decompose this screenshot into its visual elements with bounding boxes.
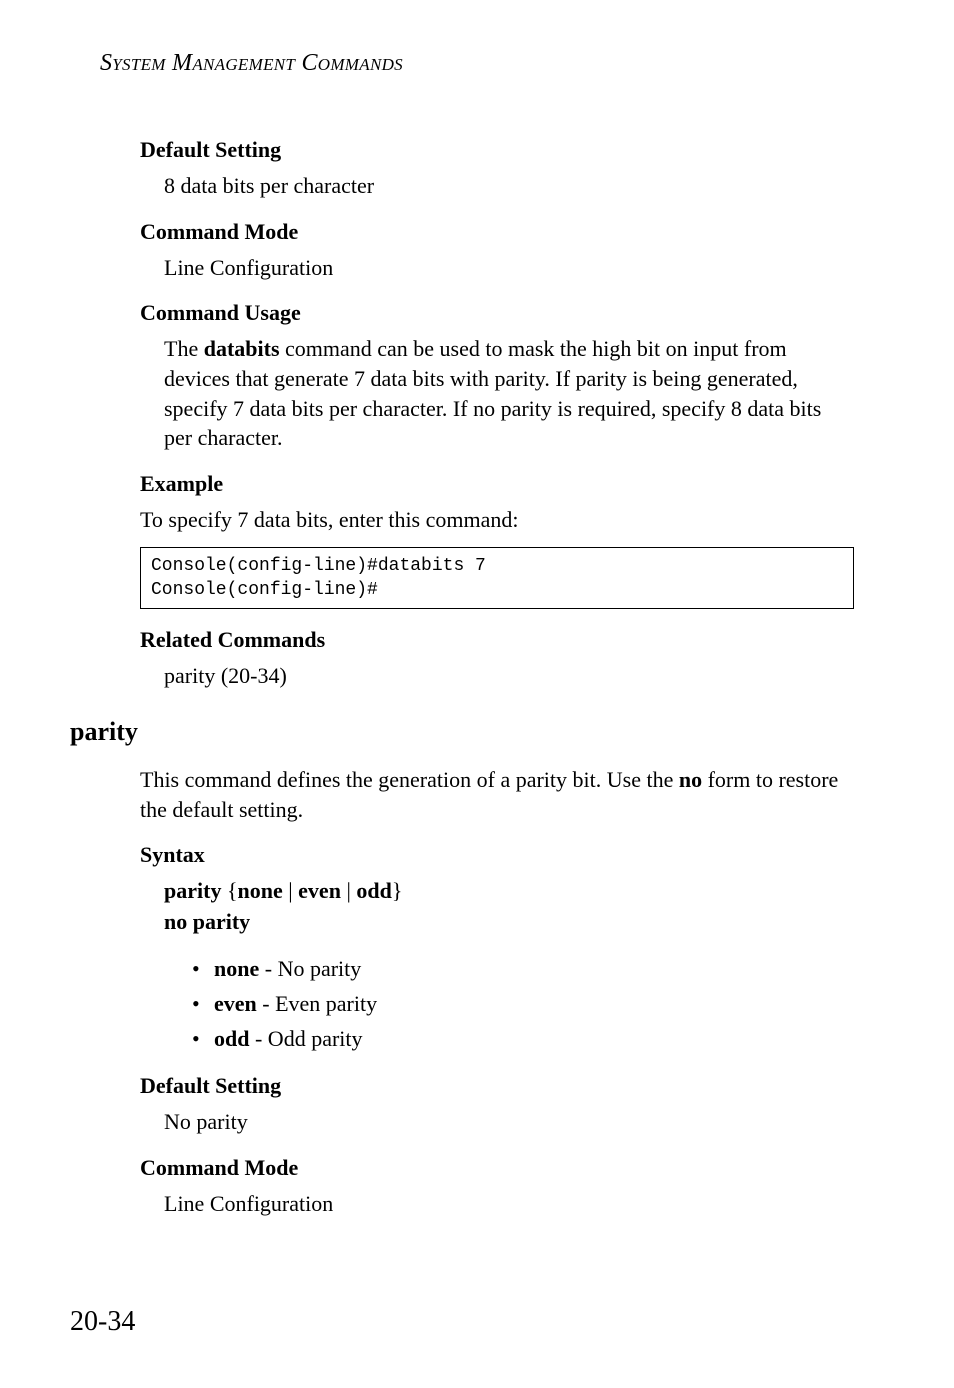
default-setting-2-heading: Default Setting <box>140 1073 854 1099</box>
default-setting-heading: Default Setting <box>140 137 854 163</box>
parity-intro-bold: no <box>679 767 702 792</box>
list-item: none - No parity <box>192 952 854 985</box>
opt-none-bold: none <box>214 956 259 981</box>
related-commands-text: parity (20-34) <box>164 661 854 691</box>
syntax-heading: Syntax <box>140 842 854 868</box>
command-mode-2-text: Line Configuration <box>164 1189 854 1219</box>
syntax-opt-none: none <box>238 878 283 903</box>
list-item: even - Even parity <box>192 987 854 1020</box>
opt-odd-text: - Odd parity <box>249 1026 362 1051</box>
opt-even-bold: even <box>214 991 257 1016</box>
command-usage-heading: Command Usage <box>140 300 854 326</box>
default-setting-2-text: No parity <box>164 1107 854 1137</box>
page-number: 20-34 <box>70 1306 135 1338</box>
parity-intro-pre: This command defines the generation of a… <box>140 767 679 792</box>
parity-heading: parity <box>70 717 854 747</box>
default-setting-text: 8 data bits per character <box>164 171 854 201</box>
example-intro: To specify 7 data bits, enter this comma… <box>140 505 854 535</box>
syntax-brace-open: { <box>221 878 237 903</box>
syntax-no-parity: no parity <box>164 909 250 934</box>
command-usage-text: The databits command can be used to mask… <box>164 334 854 453</box>
example-heading: Example <box>140 471 854 497</box>
syntax-parity: parity <box>164 878 221 903</box>
command-mode-2-heading: Command Mode <box>140 1155 854 1181</box>
opt-even-text: - Even parity <box>257 991 377 1016</box>
command-usage-prefix: The <box>164 336 204 361</box>
example-code: Console(config-line)#databits 7 Console(… <box>140 547 854 610</box>
syntax-option-list: none - No parity even - Even parity odd … <box>192 952 854 1055</box>
command-usage-keyword: databits <box>204 336 280 361</box>
syntax-opt-odd: odd <box>356 878 391 903</box>
syntax-brace-close: } <box>392 878 403 903</box>
command-mode-heading: Command Mode <box>140 219 854 245</box>
syntax-sep1: | <box>283 878 298 903</box>
syntax-lines: parity {none | even | odd} no parity <box>164 876 854 938</box>
opt-odd-bold: odd <box>214 1026 249 1051</box>
syntax-sep2: | <box>341 878 356 903</box>
command-mode-text: Line Configuration <box>164 253 854 283</box>
syntax-opt-even: even <box>298 878 341 903</box>
list-item: odd - Odd parity <box>192 1022 854 1055</box>
related-commands-heading: Related Commands <box>140 627 854 653</box>
running-header: System Management Commands <box>100 50 854 77</box>
opt-none-text: - No parity <box>259 956 361 981</box>
parity-intro: This command defines the generation of a… <box>140 765 854 824</box>
